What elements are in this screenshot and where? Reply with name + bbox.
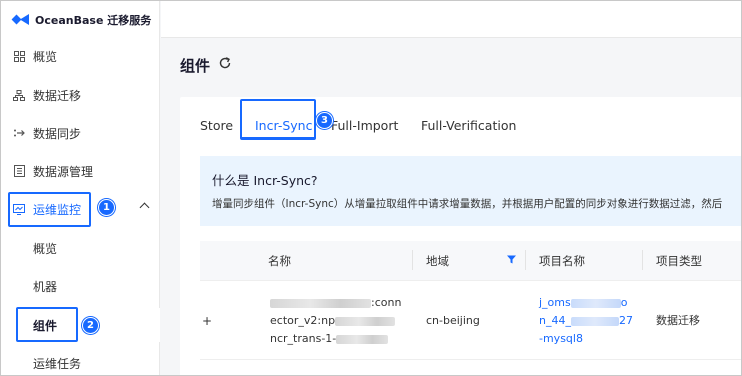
sidebar-item-migration[interactable]: 数据迁移 (1, 78, 160, 112)
overview-grid-icon (13, 50, 25, 62)
sync-icon (13, 127, 25, 139)
chevron-up-icon (139, 202, 150, 213)
migration-tree-icon (13, 89, 25, 101)
sidebar-item-label: 机器 (33, 279, 58, 294)
redacted-text (270, 298, 371, 308)
redacted-text (335, 316, 396, 326)
monitor-icon (13, 203, 25, 215)
redacted-text (336, 334, 389, 344)
sidebar-item-label: 概览 (33, 49, 58, 64)
project-type-cell: 数据迁移 (656, 314, 700, 327)
info-description: 增量同步组件（Incr-Sync）从增量拉取组件中请求增量数据，并根据用户配置的… (212, 198, 723, 210)
column-divider (525, 250, 526, 270)
active-tab-indicator (242, 137, 315, 139)
redacted-text (570, 298, 621, 308)
column-header-project-name: 项目名称 (539, 254, 585, 268)
tab-incr-sync[interactable]: Incr-Sync (255, 113, 312, 137)
expand-row-button[interactable]: + (201, 314, 213, 328)
tab-full-import[interactable]: Full-Import (331, 113, 398, 137)
row-divider (200, 359, 741, 360)
tab-store[interactable]: Store (200, 113, 233, 137)
filter-icon[interactable] (507, 255, 516, 264)
sidebar-item-label: 运维任务 (33, 356, 82, 371)
name-line: ncr_trans-1- (270, 330, 389, 348)
sidebar-subitem-ops-tasks[interactable]: 运维任务 (1, 346, 160, 375)
sidebar-subitem-components[interactable]: 组件 (1, 308, 160, 342)
sidebar-item-datasource[interactable]: 数据源管理 (1, 154, 160, 188)
info-title: 什么是 Incr-Sync? (212, 173, 318, 188)
column-divider (412, 250, 413, 270)
sidebar-item-label: 数据同步 (33, 126, 82, 141)
sidebar-item-overview[interactable]: 概览 (1, 39, 160, 73)
redacted-text (570, 316, 619, 326)
app-window: OceanBase 迁移服务 概览 数据迁移 数据同步 数据源管理 运维监控 概… (0, 0, 742, 376)
refresh-icon[interactable] (218, 56, 232, 70)
top-bar (161, 1, 741, 38)
oceanbase-logo-icon (11, 13, 29, 27)
column-header-region: 地域 (426, 254, 449, 268)
tab-full-verification[interactable]: Full-Verification (421, 113, 516, 137)
step-badge-3: 3 (316, 112, 333, 129)
column-divider (642, 250, 643, 270)
datasource-icon (13, 165, 25, 177)
sidebar-item-label: 组件 (33, 318, 58, 333)
column-header-project-type: 项目类型 (656, 254, 702, 268)
sidebar-item-sync[interactable]: 数据同步 (1, 116, 160, 150)
info-box (200, 156, 741, 226)
sidebar: OceanBase 迁移服务 概览 数据迁移 数据同步 数据源管理 运维监控 概… (1, 1, 160, 375)
project-link-line[interactable]: j_oms o (539, 294, 627, 312)
sidebar-item-label: 运维监控 (33, 202, 82, 217)
name-line: :conn (270, 294, 401, 312)
column-header-name: 名称 (268, 254, 291, 268)
step-badge-1: 1 (98, 199, 115, 216)
name-line: ector_v2:np (270, 312, 396, 330)
sidebar-subitem-machines[interactable]: 机器 (1, 269, 160, 303)
sidebar-item-label: 数据源管理 (33, 164, 94, 179)
sidebar-item-ops-monitor[interactable]: 运维监控 (1, 192, 160, 226)
page-title: 组件 (180, 57, 211, 75)
step-badge-2: 2 (82, 317, 99, 334)
sidebar-item-label: 概览 (33, 241, 58, 256)
project-link-line[interactable]: -mysql8 (539, 330, 583, 348)
project-link-line[interactable]: n_44_ 27 (539, 312, 633, 330)
logo[interactable]: OceanBase 迁移服务 (11, 11, 152, 29)
sidebar-subitem-overview[interactable]: 概览 (1, 231, 160, 265)
region-cell: cn-beijing (426, 314, 480, 327)
sidebar-item-label: 数据迁移 (33, 88, 82, 103)
logo-text: OceanBase 迁移服务 (35, 14, 152, 27)
